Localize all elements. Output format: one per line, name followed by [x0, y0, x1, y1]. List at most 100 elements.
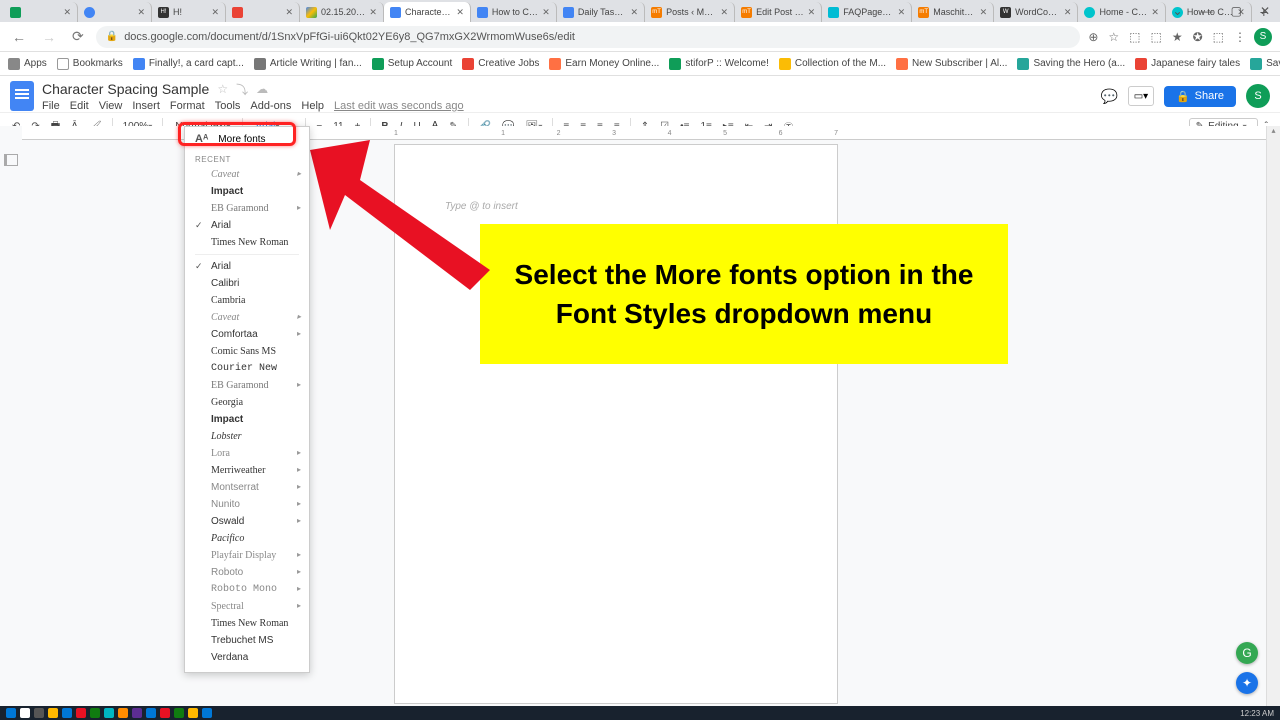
window-maximize-icon[interactable]: ▢: [1231, 4, 1242, 16]
tab-close-icon[interactable]: ✕: [898, 7, 906, 18]
font-option[interactable]: Trebuchet MS: [185, 632, 309, 649]
windows-taskbar[interactable]: 12:23 AM: [0, 706, 1280, 720]
font-option[interactable]: Comic Sans MS: [185, 343, 309, 360]
menu-help[interactable]: Help: [301, 100, 324, 112]
font-option[interactable]: Pacifico: [185, 530, 309, 547]
tab-close-icon[interactable]: ✕: [980, 7, 988, 18]
explore-fab-icon[interactable]: ✦: [1236, 672, 1258, 694]
window-minimize-icon[interactable]: —: [1201, 4, 1213, 16]
bookmark-item[interactable]: New Subscriber | Al...: [896, 58, 1007, 70]
menu-format[interactable]: Format: [170, 100, 205, 112]
vertical-scrollbar[interactable]: ▴: [1266, 126, 1280, 706]
menu-insert[interactable]: Insert: [132, 100, 160, 112]
font-option[interactable]: Caveat: [185, 309, 309, 326]
browser-tab[interactable]: mTEdit Post "H✕: [735, 2, 822, 22]
tab-close-icon[interactable]: ✕: [721, 7, 729, 18]
move-icon[interactable]: ⤵: [236, 81, 248, 98]
bookmark-item[interactable]: Apps: [8, 58, 47, 70]
extension-icon[interactable]: ⬚: [1150, 30, 1161, 44]
account-avatar[interactable]: S: [1246, 84, 1270, 108]
extension-icon[interactable]: ⋮: [1234, 30, 1246, 44]
font-option[interactable]: Caveat: [185, 166, 309, 183]
menu-add-ons[interactable]: Add-ons: [250, 100, 291, 112]
window-close-icon[interactable]: ✕: [1260, 4, 1270, 16]
bookmark-item[interactable]: Article Writing | fan...: [254, 58, 362, 70]
bookmark-item[interactable]: Saving the Hero (a...: [1250, 58, 1280, 70]
font-option[interactable]: Nunito: [185, 496, 309, 513]
extension-icon[interactable]: ⬚: [1129, 30, 1140, 44]
font-option[interactable]: Merriweather: [185, 462, 309, 479]
bookmark-item[interactable]: stiforP :: Welcome!: [669, 58, 769, 70]
bookmark-item[interactable]: Saving the Hero (a...: [1017, 58, 1125, 70]
bookmark-item[interactable]: Japanese fairy tales: [1135, 58, 1240, 70]
browser-tab[interactable]: WWordCount✕: [994, 2, 1078, 22]
taskbar-clock[interactable]: 12:23 AM: [1240, 709, 1274, 718]
document-title[interactable]: Character Spacing Sample: [42, 81, 209, 97]
extension-icon[interactable]: ⬚: [1213, 30, 1224, 44]
browser-tab[interactable]: mTMaschituts✕: [912, 2, 994, 22]
grammarly-fab-icon[interactable]: G: [1236, 642, 1258, 664]
font-option[interactable]: Impact: [185, 183, 309, 200]
show-outline-icon[interactable]: [4, 154, 18, 166]
font-option[interactable]: Roboto Mono: [185, 581, 309, 598]
tab-close-icon[interactable]: ✕: [542, 7, 550, 18]
font-option[interactable]: Calibri: [185, 275, 309, 292]
bookmark-item[interactable]: Collection of the M...: [779, 58, 886, 70]
tab-close-icon[interactable]: ✕: [369, 7, 377, 18]
font-option[interactable]: Cambria: [185, 292, 309, 309]
scroll-up-icon[interactable]: ▴: [1267, 126, 1280, 140]
nav-back-icon[interactable]: ←: [8, 29, 30, 45]
extension-icon[interactable]: ★: [1172, 30, 1183, 44]
browser-tab[interactable]: FAQPage JS✕: [822, 2, 912, 22]
browser-tab[interactable]: Home - Can✕: [1078, 2, 1165, 22]
bookmark-item[interactable]: Bookmarks: [57, 58, 123, 70]
browser-tab[interactable]: ✕: [4, 2, 78, 22]
font-option[interactable]: Courier New: [185, 360, 309, 377]
window-dropdown-icon[interactable]: ⌄: [1173, 4, 1183, 16]
extension-icon[interactable]: ✪: [1193, 30, 1203, 44]
bookmark-item[interactable]: Finally!, a card capt...: [133, 58, 244, 70]
font-option[interactable]: EB Garamond: [185, 200, 309, 217]
comment-history-icon[interactable]: 💬: [1101, 88, 1118, 105]
font-option[interactable]: Verdana: [185, 649, 309, 666]
browser-tab[interactable]: ✕: [78, 2, 152, 22]
docs-logo-icon[interactable]: [10, 81, 34, 111]
font-option[interactable]: Arial: [185, 217, 309, 234]
font-option[interactable]: Lobster: [185, 428, 309, 445]
extension-icon[interactable]: ☆: [1108, 30, 1119, 44]
cloud-status-icon[interactable]: ☁: [256, 82, 268, 96]
tab-close-icon[interactable]: ✕: [456, 7, 464, 18]
browser-tab[interactable]: How to Cha✕: [471, 2, 557, 22]
font-option[interactable]: Roboto: [185, 564, 309, 581]
tab-close-icon[interactable]: ✕: [1151, 7, 1159, 18]
browser-tab[interactable]: H!H!✕: [152, 2, 226, 22]
browser-profile-avatar[interactable]: S: [1254, 28, 1272, 46]
font-option[interactable]: Lora: [185, 445, 309, 462]
menu-tools[interactable]: Tools: [215, 100, 241, 112]
last-edit-link[interactable]: Last edit was seconds ago: [334, 100, 464, 112]
browser-tab[interactable]: ✕: [226, 2, 300, 22]
font-option[interactable]: EB Garamond: [185, 377, 309, 394]
tab-close-icon[interactable]: ✕: [808, 7, 816, 18]
browser-tab[interactable]: mTPosts ‹ Masc✕: [645, 2, 735, 22]
nav-reload-icon[interactable]: ⟳: [68, 28, 88, 45]
tab-close-icon[interactable]: ✕: [285, 7, 293, 18]
font-option[interactable]: Georgia: [185, 394, 309, 411]
font-option[interactable]: Montserrat: [185, 479, 309, 496]
share-button[interactable]: 🔒 Share: [1164, 86, 1236, 107]
font-option[interactable]: Spectral: [185, 598, 309, 615]
star-icon[interactable]: ☆: [217, 82, 228, 96]
bookmark-item[interactable]: Setup Account: [372, 58, 453, 70]
bookmark-item[interactable]: Earn Money Online...: [549, 58, 659, 70]
extension-icon[interactable]: ⊕: [1088, 30, 1098, 44]
bookmark-item[interactable]: Creative Jobs: [462, 58, 539, 70]
font-option[interactable]: Playfair Display: [185, 547, 309, 564]
tab-close-icon[interactable]: ✕: [211, 7, 219, 18]
font-option[interactable]: Impact: [185, 411, 309, 428]
font-option[interactable]: Times New Roman: [185, 234, 309, 251]
tab-close-icon[interactable]: ✕: [137, 7, 145, 18]
more-fonts-item[interactable]: Aᴬ More fonts: [185, 127, 309, 151]
menu-view[interactable]: View: [99, 100, 123, 112]
menu-edit[interactable]: Edit: [70, 100, 89, 112]
url-input[interactable]: 🔒 docs.google.com/document/d/1SnxVpFfGi-…: [96, 26, 1081, 48]
